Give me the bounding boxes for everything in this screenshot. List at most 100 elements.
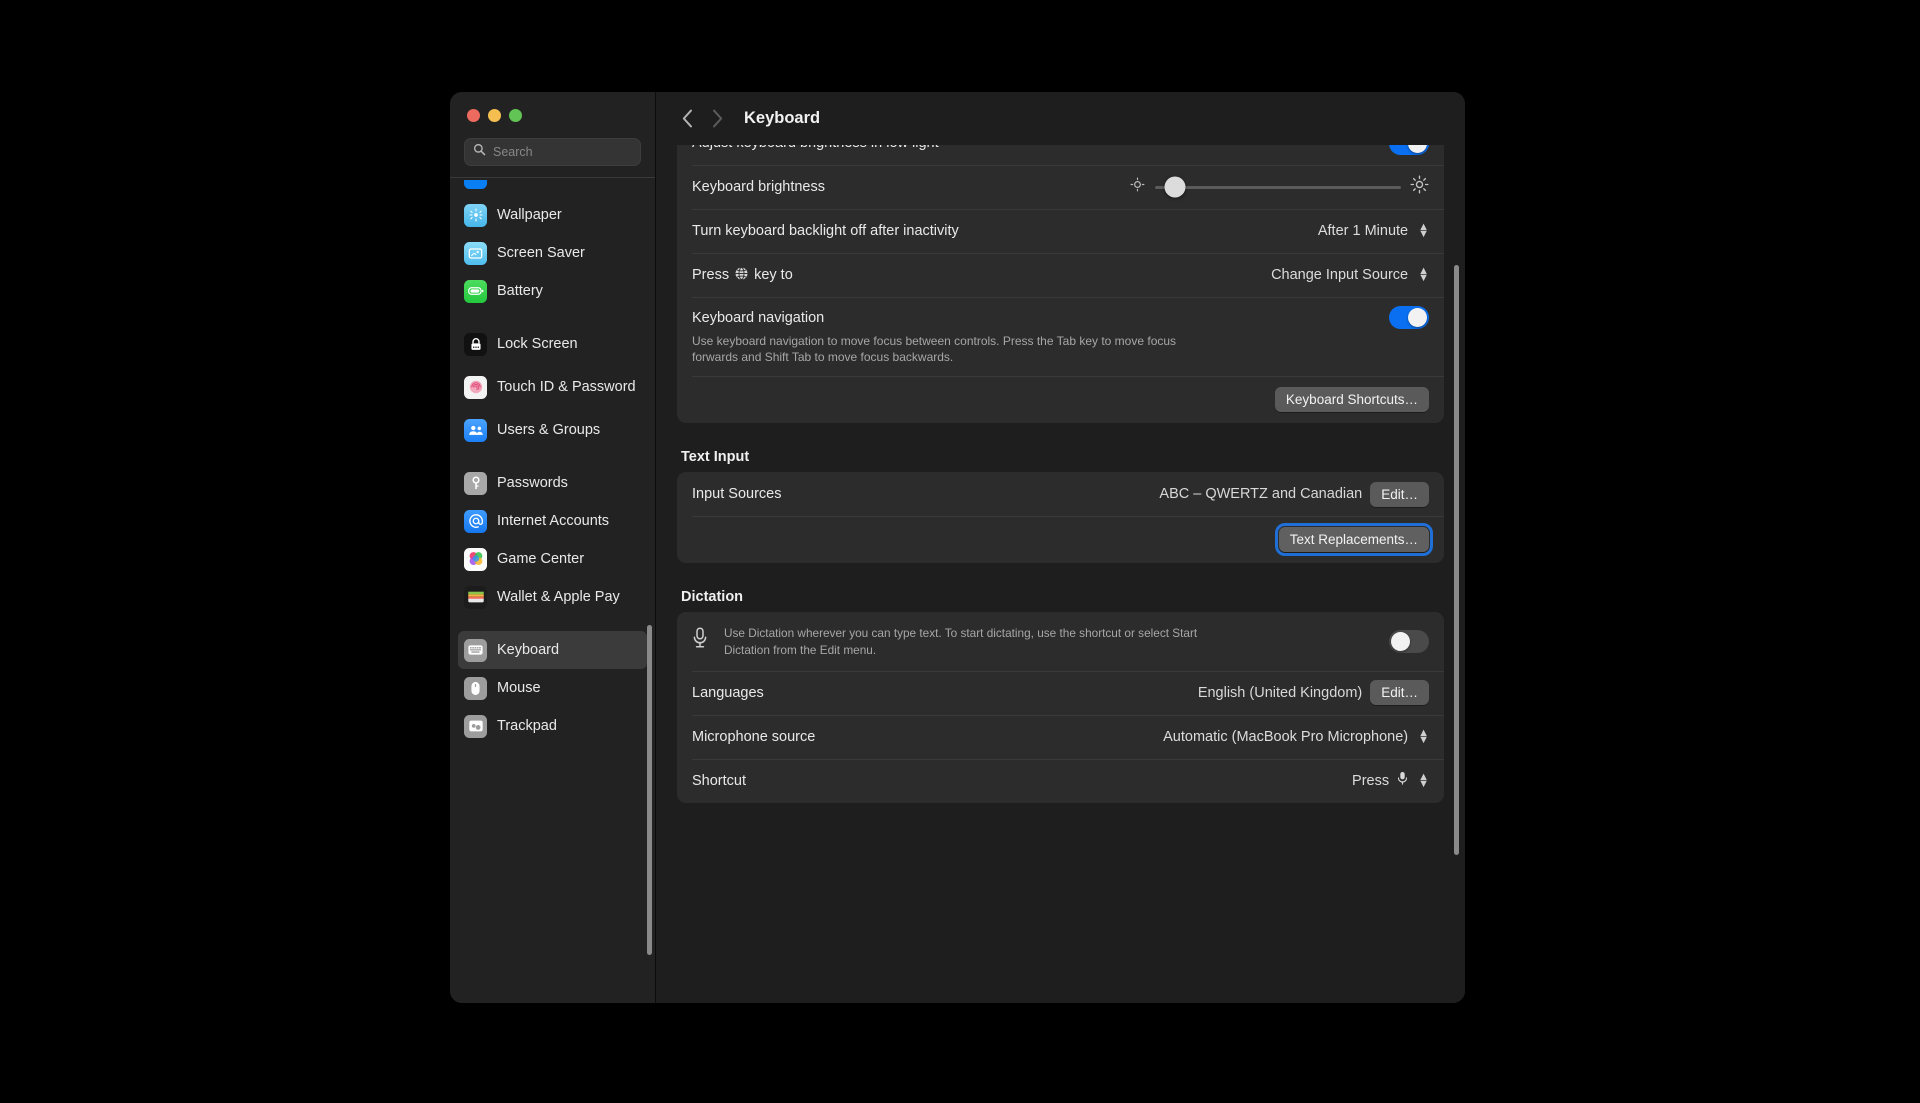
sidebar-item-lock-screen[interactable]: Lock Screen <box>458 325 647 363</box>
keyboard-navigation-toggle[interactable] <box>1389 306 1429 329</box>
row-label: Microphone source <box>692 728 816 745</box>
popup-value: After 1 Minute <box>1317 223 1409 239</box>
sidebar-item-label: Users & Groups <box>497 421 601 438</box>
sidebar-item-wallet[interactable]: Wallet & Apple Pay <box>458 578 647 616</box>
row-microphone-source[interactable]: Microphone source Automatic (MacBook Pro… <box>677 714 1444 759</box>
sidebar-item-label: Touch ID & Password <box>497 378 636 395</box>
keyboard-shortcuts-button[interactable]: Keyboard Shortcuts… <box>1274 387 1429 413</box>
sidebar-item-internet-accounts[interactable]: Internet Accounts <box>458 502 647 540</box>
wallpaper-icon <box>464 203 487 227</box>
row-dictation-shortcut[interactable]: Shortcut Press ▲ ▼ <box>677 758 1444 803</box>
row-label: Input Sources <box>692 486 782 503</box>
sidebar-item-label: Wallet & Apple Pay <box>497 588 620 605</box>
row-label: Press key to <box>692 266 793 285</box>
pane-titlebar: Keyboard <box>656 92 1465 145</box>
dictation-shortcut-popup[interactable]: Press ▲ ▼ <box>1352 771 1429 790</box>
sidebar-item-battery[interactable]: Battery <box>458 272 647 310</box>
sidebar-item-wallpaper[interactable]: Wallpaper <box>458 196 647 234</box>
row-label: Shortcut <box>692 772 746 789</box>
dictation-toggle[interactable] <box>1389 630 1429 654</box>
sidebar-item-game-center[interactable]: Game Center <box>458 540 647 578</box>
backlight-off-popup[interactable]: After 1 Minute ▲ ▼ <box>1317 221 1429 240</box>
sidebar-item-keyboard[interactable]: Keyboard <box>458 631 647 669</box>
row-label: Turn keyboard backlight off after inacti… <box>692 223 959 239</box>
press-suffix-label: key to <box>754 267 793 283</box>
row-label: Keyboard navigation <box>692 309 825 326</box>
row-input-sources[interactable]: Input Sources ABC – QWERTZ and Canadian … <box>677 472 1444 516</box>
dictation-group: Use Dictation wherever you can type text… <box>677 612 1444 803</box>
microphone-icon <box>692 625 714 654</box>
content-scrollbar[interactable] <box>1454 265 1459 855</box>
press-prefix-label: Press <box>692 267 730 283</box>
screen: Wallpaper Screen Saver Battery <box>0 0 1920 1103</box>
sidebar-item-label: Internet Accounts <box>497 512 610 529</box>
keyboard-navigation-description: Use keyboard navigation to move focus be… <box>692 334 1177 365</box>
globe-key-popup[interactable]: Change Input Source ▲ ▼ <box>1271 265 1429 284</box>
microphone-source-popup[interactable]: Automatic (MacBook Pro Microphone) ▲ ▼ <box>1163 728 1429 746</box>
sidebar-item-clipped[interactable] <box>458 180 647 196</box>
text-replacements-button[interactable]: Text Replacements… <box>1274 523 1434 557</box>
popup-value: Press <box>1352 772 1390 789</box>
lock-icon <box>464 332 487 356</box>
row-globe-key-action[interactable]: Press key to Change Input Source ▲ ▼ <box>677 253 1444 297</box>
languages-edit-button[interactable]: Edit… <box>1370 680 1429 706</box>
sidebar-item-label: Lock Screen <box>497 335 578 352</box>
zoom-button[interactable] <box>509 109 522 122</box>
sidebar-divider <box>450 177 655 178</box>
search-input[interactable] <box>493 145 654 159</box>
languages-value: English (United Kingdom) <box>1197 684 1363 701</box>
settings-scroll-content[interactable]: Adjust keyboard brightness in low light … <box>656 145 1465 1003</box>
slider-track[interactable] <box>1155 176 1401 198</box>
row-label: Adjust keyboard brightness in low light <box>692 145 939 151</box>
users-groups-icon <box>464 418 487 442</box>
popup-value: Change Input Source <box>1271 267 1409 283</box>
mic-small-icon <box>1397 771 1408 790</box>
row-label: Keyboard brightness <box>692 179 825 195</box>
sidebar-item-passwords[interactable]: Passwords <box>458 464 647 502</box>
keyboard-brightness-slider[interactable] <box>1129 175 1429 199</box>
row-backlight-off-inactivity[interactable]: Turn keyboard backlight off after inacti… <box>677 209 1444 253</box>
search-icon <box>473 143 486 161</box>
system-settings-window: Wallpaper Screen Saver Battery <box>450 92 1465 1003</box>
row-adjust-brightness-low-light[interactable]: Adjust keyboard brightness in low light <box>677 145 1444 165</box>
chevron-updown-icon: ▲ ▼ <box>1418 771 1429 790</box>
brightness-high-icon <box>1410 175 1429 199</box>
keyboard-settings-group: Adjust keyboard brightness in low light … <box>677 145 1444 424</box>
chevron-updown-icon: ▲ ▼ <box>1418 221 1429 240</box>
row-dictation-languages[interactable]: Languages English (United Kingdom) Edit… <box>677 670 1444 715</box>
section-heading-text-input: Text Input <box>681 449 750 466</box>
sidebar-item-trackpad[interactable]: Trackpad <box>458 707 647 745</box>
detail-pane: Keyboard Adjust keyboard brightness in l… <box>656 92 1465 1003</box>
forward-button[interactable] <box>702 104 732 134</box>
slider-thumb[interactable] <box>1164 176 1186 198</box>
sidebar-scrollbar[interactable] <box>647 625 652 955</box>
row-keyboard-brightness[interactable]: Keyboard brightness <box>677 165 1444 209</box>
sidebar-item-mouse[interactable]: Mouse <box>458 669 647 707</box>
page-title: Keyboard <box>744 109 821 127</box>
sidebar-item-label: Keyboard <box>497 641 560 658</box>
sidebar-item-users-groups[interactable]: Users & Groups <box>458 411 647 449</box>
game-center-icon <box>464 547 487 571</box>
sidebar-item-touch-id[interactable]: Touch ID & Password <box>458 363 647 411</box>
close-button[interactable] <box>467 109 480 122</box>
mouse-icon <box>464 676 487 700</box>
sidebar-item-label: Battery <box>497 282 543 299</box>
sidebar-item-screen-saver[interactable]: Screen Saver <box>458 234 647 272</box>
sidebar-scroll-area[interactable]: Wallpaper Screen Saver Battery Lock Scre… <box>450 180 655 1003</box>
traffic-lights <box>450 92 655 138</box>
row-dictation-toggle[interactable]: Use Dictation wherever you can type text… <box>677 612 1444 671</box>
chevron-updown-icon: ▲ ▼ <box>1418 265 1429 284</box>
adjust-brightness-toggle[interactable] <box>1389 145 1429 155</box>
search-box[interactable] <box>464 138 654 166</box>
row-text-replacements: Text Replacements… <box>677 516 1444 563</box>
text-input-group: Input Sources ABC – QWERTZ and Canadian … <box>677 472 1444 564</box>
battery-icon <box>464 279 487 303</box>
minimize-button[interactable] <box>488 109 501 122</box>
row-keyboard-navigation[interactable]: Keyboard navigation Use keyboard navigat… <box>677 297 1444 376</box>
row-label: Languages <box>692 684 764 701</box>
back-button[interactable] <box>672 104 702 134</box>
keyboard-icon <box>464 638 487 662</box>
input-sources-edit-button[interactable]: Edit… <box>1370 481 1429 507</box>
